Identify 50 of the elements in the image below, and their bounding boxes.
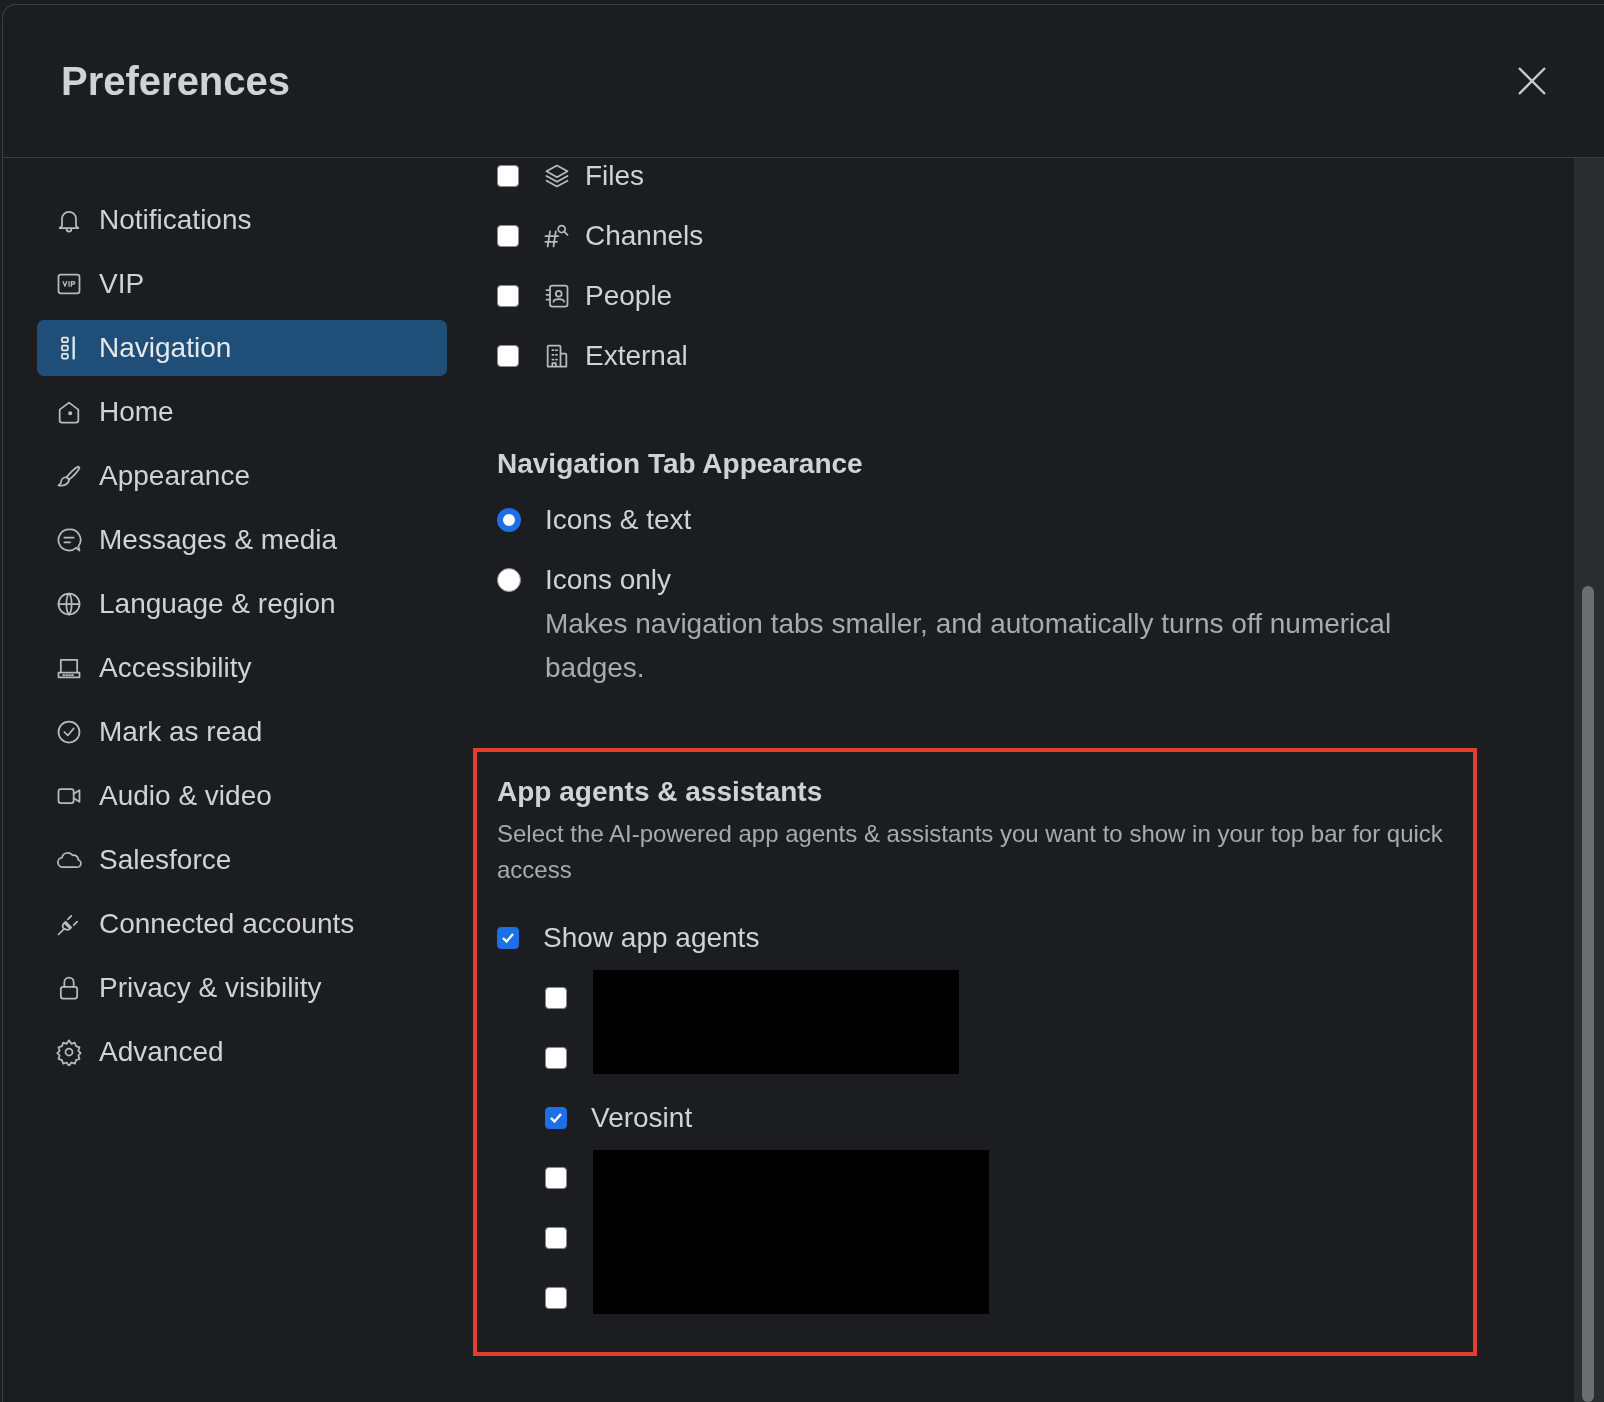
sidebar-item[interactable]: Appearance: [37, 448, 447, 504]
radio-label: Icons & text: [545, 504, 692, 536]
check-circle-icon: [55, 718, 83, 746]
scroll-thumb[interactable]: [1582, 586, 1594, 1402]
sidebar-item[interactable]: Home: [37, 384, 447, 440]
sidebar-item[interactable]: Mark as read: [37, 704, 447, 760]
checkbox[interactable]: [497, 165, 519, 187]
globe-icon: [55, 590, 83, 618]
sidebar-item[interactable]: Privacy & visibility: [37, 960, 447, 1016]
sidebar-item[interactable]: Navigation: [37, 320, 447, 376]
section-heading: App agents & assistants: [497, 776, 824, 808]
checkbox[interactable]: [545, 1287, 567, 1309]
checkbox-label: Channels: [585, 220, 704, 252]
gear-icon: [55, 1038, 83, 1066]
radio-button[interactable]: [497, 508, 521, 532]
sidebar-item[interactable]: Messages & media: [37, 512, 447, 568]
section-heading: Navigation Tab Appearance: [497, 448, 864, 480]
checkbox[interactable]: [497, 345, 519, 367]
checkbox-label: Files: [585, 160, 645, 192]
message-icon: [55, 526, 83, 554]
sidebar-item[interactable]: VIP: [37, 256, 447, 312]
sidebar-item[interactable]: Accessibility: [37, 640, 447, 696]
checkbox-label: People: [585, 280, 673, 312]
hash-search-icon: [543, 222, 571, 250]
checkbox-label: Verosint: [591, 1102, 693, 1134]
checkbox[interactable]: [545, 1167, 567, 1189]
radio-button[interactable]: [497, 568, 521, 592]
checkbox[interactable]: [545, 987, 567, 1009]
scrollbar[interactable]: [1574, 158, 1604, 1402]
close-icon: [1516, 65, 1548, 97]
dialog-title: Preferences: [61, 58, 291, 104]
section-description: Select the AI-powered app agents & assistants you want to show in your top bar for quick access: [497, 819, 1444, 885]
checkbox-label: Show app agents: [543, 922, 760, 954]
sidebar-item[interactable]: Salesforce: [37, 832, 447, 888]
checkbox[interactable]: [545, 1227, 567, 1249]
sidebar-item[interactable]: Advanced: [37, 1024, 447, 1080]
checkbox[interactable]: [497, 285, 519, 307]
sidebar-item[interactable]: Connected accounts: [37, 896, 447, 952]
sidebar-item[interactable]: Notifications: [37, 192, 447, 248]
checkbox[interactable]: [545, 1107, 567, 1129]
checkbox[interactable]: [545, 1047, 567, 1069]
radio-label: Icons only: [545, 564, 672, 596]
checkbox[interactable]: [497, 225, 519, 247]
layers-icon: [543, 162, 571, 190]
sidebar-item[interactable]: Language & region: [37, 576, 447, 632]
sidebar-item[interactable]: Audio & video: [37, 768, 447, 824]
checkbox[interactable]: [497, 927, 519, 949]
contact-card-icon: [543, 282, 571, 310]
checkbox-label: External: [585, 340, 688, 372]
option-description: Makes navigation tabs smaller, and automatically turns off numerical badges.: [545, 607, 1393, 685]
